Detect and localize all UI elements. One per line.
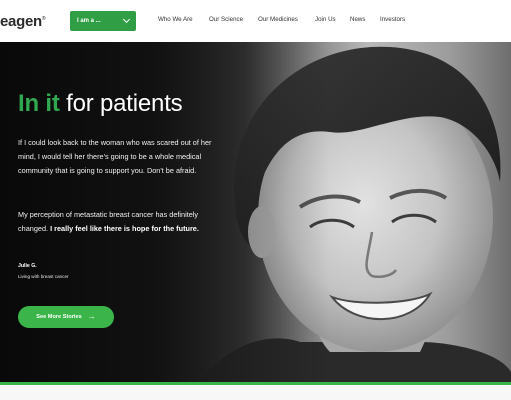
hero-section: In it for patients If I could look back … — [0, 42, 511, 382]
nav-our-medicines[interactable]: Our Medicines — [258, 16, 315, 23]
quote-paragraph-2: My perception of metastatic breast cance… — [18, 208, 218, 236]
see-more-stories-label: See More Stories — [36, 314, 82, 320]
nav-who-we-are[interactable]: Who We Are — [158, 16, 209, 23]
quote-paragraph-2-bold: I really feel like there is hope for the… — [50, 224, 199, 233]
hero-headline: In it for patients — [18, 90, 183, 118]
see-more-stories-button[interactable]: See More Stories → — [18, 306, 114, 328]
attribution-name: Julie G. — [18, 263, 37, 269]
chevron-down-icon — [122, 15, 131, 24]
nav-investors[interactable]: Investors — [380, 16, 410, 23]
main-nav: Who We Are Our Science Our Medicines Joi… — [158, 16, 410, 23]
quote-paragraph-1: If I could look back to the woman who wa… — [18, 138, 212, 175]
page-bottom-strip — [0, 385, 511, 400]
audience-selector-label: I am a ... — [77, 18, 101, 24]
nav-join-us[interactable]: Join Us — [315, 16, 350, 23]
audience-selector[interactable]: I am a ... — [70, 11, 136, 31]
nav-news[interactable]: News — [350, 16, 380, 23]
logo-text: eagen — [0, 13, 42, 30]
nav-our-science[interactable]: Our Science — [209, 16, 258, 23]
headline-rest: for patients — [59, 90, 183, 117]
attribution-description: Living with breast cancer — [18, 274, 69, 279]
logo-registered-mark: ® — [41, 16, 46, 22]
arrow-right-icon: → — [87, 312, 96, 321]
site-header: eagen® I am a ... Who We Are Our Science… — [0, 0, 511, 42]
headline-accent: In it — [18, 90, 60, 117]
logo[interactable]: eagen® — [0, 13, 46, 30]
